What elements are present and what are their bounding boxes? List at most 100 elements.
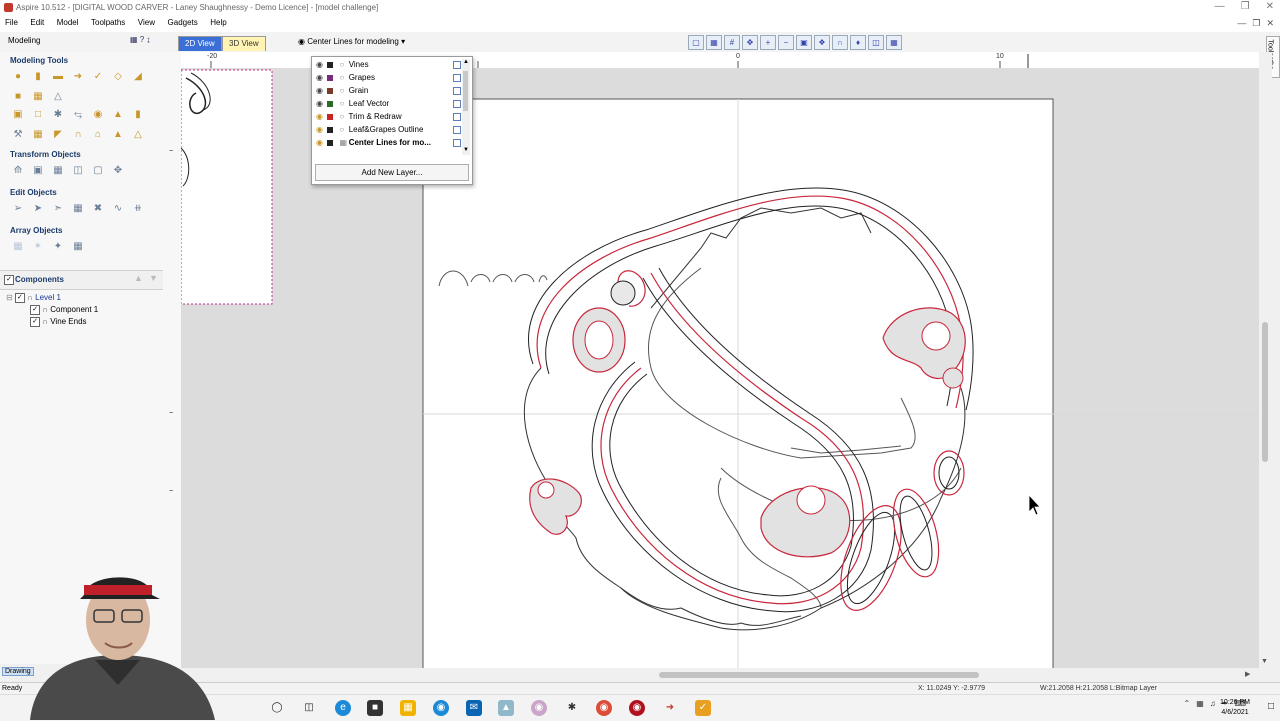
tree-item-level-1[interactable]: ⊟ ✓ ∩ Level 1 [6, 293, 61, 303]
move-icon[interactable]: ⟰ [10, 162, 26, 178]
horizontal-scrollbar[interactable]: ▶ [181, 668, 1259, 682]
copy-array-icon[interactable]: ▦ [10, 238, 26, 254]
arch-icon[interactable]: ∩ [70, 126, 86, 142]
snap-icon[interactable]: ❖ [814, 35, 830, 50]
volume-icon[interactable]: ♫ [1210, 699, 1216, 708]
layer-color-swatch[interactable] [327, 113, 334, 120]
layer-lock-icon[interactable]: ○ [339, 58, 346, 71]
menu-file[interactable]: File [0, 16, 23, 29]
taskbar-clock[interactable]: 10:26 PM 4/6/2021 [1220, 698, 1250, 718]
sculpt-icon[interactable]: ➜ [70, 68, 86, 84]
scroll-down-icon[interactable]: ▼ [1261, 658, 1268, 665]
doc-close-icon[interactable]: ✕ [1266, 18, 1274, 29]
restore-icon[interactable]: ❐ [1241, 1, 1250, 12]
tile-view-icon[interactable]: ▦ [886, 35, 902, 50]
texture-icon[interactable]: ◢ [130, 68, 146, 84]
grid-icon[interactable]: # [724, 35, 740, 50]
layer-visibility-icon[interactable]: ◉ [316, 123, 323, 136]
app-icon[interactable]: ◉ [531, 700, 547, 716]
dome-icon[interactable]: ◤ [50, 126, 66, 142]
components-header[interactable]: ✓ Components ▲ ▼ [0, 270, 163, 290]
scroll-thumb[interactable] [463, 71, 468, 111]
layer-lock-icon[interactable]: ○ [339, 123, 346, 136]
layer-color-swatch[interactable] [327, 139, 334, 146]
layers-scrollbar[interactable]: ▲ ▼ [462, 59, 470, 155]
zoom-out-icon[interactable]: − [778, 35, 794, 50]
network-icon[interactable]: ▦ [1196, 699, 1204, 708]
circular-array-icon[interactable]: ✴ [30, 238, 46, 254]
layer-row-vines[interactable]: ◉ ○ Vines [316, 58, 461, 71]
angle-tool-icon[interactable]: △ [50, 88, 66, 104]
doc-restore-icon[interactable]: ❐ [1252, 18, 1260, 29]
curve-icon[interactable]: ∿ [110, 200, 126, 216]
slice-icon[interactable]: ▦ [30, 126, 46, 142]
layer-visibility-icon[interactable]: ◉ [316, 84, 323, 97]
move-up-icon[interactable]: ▲ [134, 273, 143, 283]
modeling-panel-tab[interactable]: Modeling [8, 36, 40, 45]
components-checkbox[interactable]: ✓ [4, 275, 14, 285]
wrench-icon[interactable]: ⚒ [10, 126, 26, 142]
app-icon[interactable]: ▲ [498, 700, 514, 716]
bell-icon[interactable]: ▲ [110, 126, 126, 142]
clip-model-icon[interactable]: ■ [10, 88, 26, 104]
extrude-icon[interactable]: ▮ [30, 68, 46, 84]
smooth-icon[interactable]: ✓ [90, 68, 106, 84]
layer-row-trim-redraw[interactable]: ◉ ○ Trim & Redraw [316, 110, 461, 123]
horizontal-scroll-thumb[interactable] [659, 672, 979, 678]
shield-icon[interactable]: ♦ [850, 35, 866, 50]
menu-edit[interactable]: Edit [25, 16, 49, 29]
level-icon[interactable]: △ [130, 126, 146, 142]
split-view-icon[interactable]: ◫ [868, 35, 884, 50]
copy-along-vector-icon[interactable]: ✦ [50, 238, 66, 254]
level-1-checkbox[interactable]: ✓ [14, 293, 25, 303]
layer-lock-icon[interactable]: ○ [339, 97, 346, 110]
menu-help[interactable]: Help [205, 16, 231, 29]
layer-color-swatch[interactable] [327, 126, 334, 133]
layer-lock-icon[interactable]: ▦ [339, 136, 347, 149]
menu-model[interactable]: Model [52, 16, 84, 29]
component-1-checkbox[interactable]: ✓ [30, 305, 40, 315]
zoom-box-icon[interactable]: ▢ [688, 35, 704, 50]
bitmap-icon[interactable]: □ [30, 106, 46, 122]
layer-visibility-icon[interactable]: ◉ [316, 136, 323, 149]
node-edit-icon[interactable]: ➤ [30, 200, 46, 216]
layer-row-grain[interactable]: ◉ ○ Grain [316, 84, 461, 97]
vertical-scroll-thumb[interactable] [1262, 322, 1268, 462]
layer-color-swatch[interactable] [327, 100, 334, 107]
mail-icon[interactable]: ✉ [466, 700, 482, 716]
scale-icon[interactable]: ▣ [30, 162, 46, 178]
layer-color-swatch[interactable] [327, 61, 334, 68]
tab-3d-view[interactable]: 3D View [222, 36, 266, 51]
pin-icon[interactable]: ↨ [146, 35, 150, 44]
cortana-icon[interactable]: ◯ [269, 700, 285, 716]
center-icon[interactable]: ✥ [110, 162, 126, 178]
task-view-icon[interactable]: ◫ [301, 700, 317, 716]
scroll-down-icon[interactable]: ▼ [463, 147, 469, 153]
menu-view[interactable]: View [133, 16, 160, 29]
doc-minimize-icon[interactable]: — [1237, 18, 1246, 29]
distort-icon[interactable]: ✱ [50, 106, 66, 122]
layer-color-swatch[interactable] [327, 74, 334, 81]
layer-checkbox[interactable] [453, 87, 461, 95]
add-new-layer-button[interactable]: Add New Layer... [315, 164, 469, 181]
layer-row-center-lines[interactable]: ◉ ▦ Center Lines for mo... [316, 136, 461, 149]
browser-icon[interactable]: ◉ [433, 700, 449, 716]
notifications-icon[interactable]: □ [1268, 701, 1274, 712]
bake-icon[interactable]: ▲ [110, 106, 126, 122]
layer-visibility-icon[interactable]: ◉ [316, 58, 323, 71]
align-icon[interactable]: ▦ [50, 162, 66, 178]
layer-checkbox[interactable] [453, 139, 461, 147]
scroll-right-icon[interactable]: ▶ [1245, 670, 1250, 678]
nesting-icon[interactable]: ▦ [70, 238, 86, 254]
vine-ends-checkbox[interactable]: ✓ [30, 317, 40, 327]
two-rail-sweep-icon[interactable]: ▬ [50, 68, 66, 84]
panel-layout-icon[interactable]: ▦ [130, 35, 138, 44]
chrome-icon[interactable]: ◉ [596, 700, 612, 716]
snap-grid-icon[interactable]: ▦ [706, 35, 722, 50]
align-center-icon[interactable]: ◫ [70, 162, 86, 178]
file-explorer-icon[interactable]: ▦ [400, 700, 416, 716]
collapse-icon[interactable]: ⊟ [6, 293, 13, 302]
tile-model-icon[interactable]: ▦ [30, 88, 46, 104]
active-layer-dropdown[interactable]: ◉ Center Lines for modeling ▾ [298, 37, 405, 46]
layer-checkbox[interactable] [453, 126, 461, 134]
